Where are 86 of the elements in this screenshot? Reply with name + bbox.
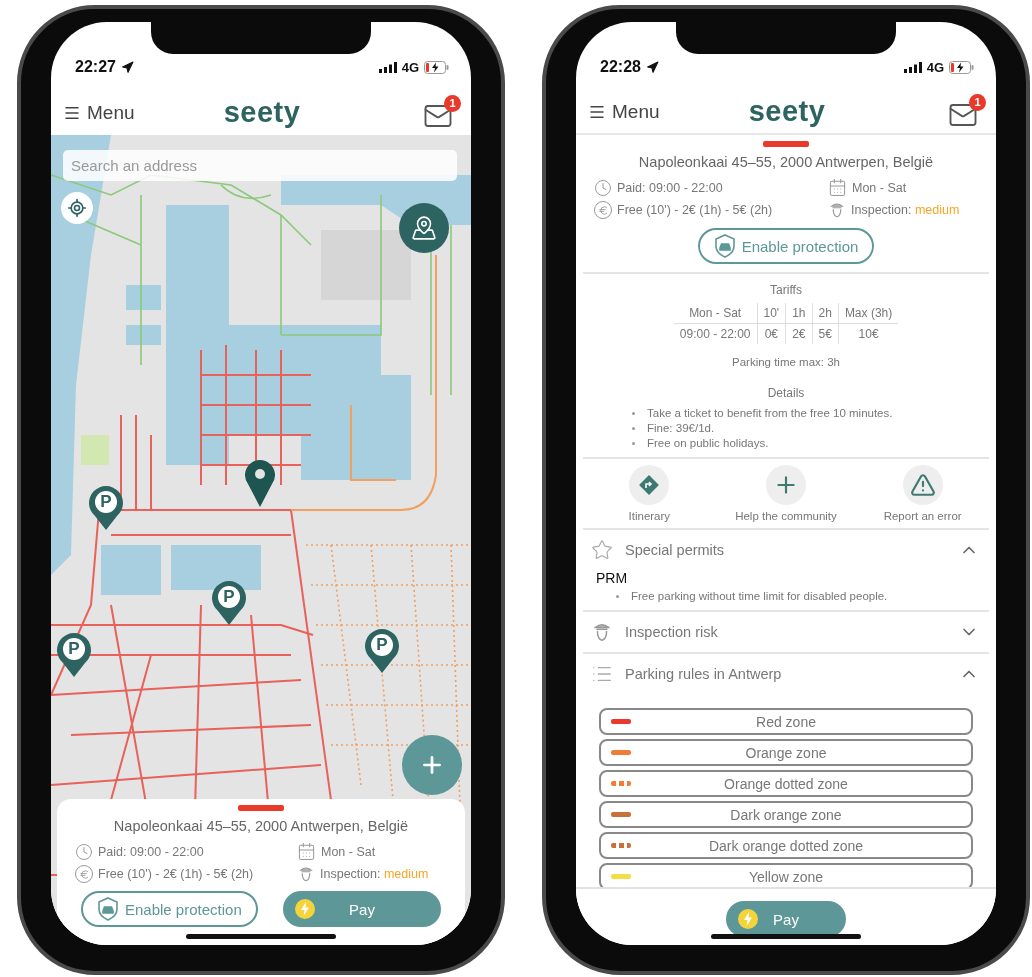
zone-item[interactable]: Dark orange dotted zone (599, 832, 973, 859)
parking-marker[interactable]: P (364, 628, 400, 674)
status-time: 22:27 (75, 58, 116, 76)
clock-icon (75, 842, 93, 861)
battery-icon (424, 60, 449, 74)
column-header: Max (3h) (838, 303, 899, 324)
calendar-icon (828, 178, 847, 197)
column-header: 10' (757, 303, 786, 324)
section-header[interactable]: Inspection risk (583, 612, 989, 652)
network-type: 4G (926, 59, 944, 75)
paid-days: Mon - Sat (321, 844, 376, 859)
menu-button[interactable]: Menu (588, 100, 660, 123)
address-text: Napoleonkaai 45–55, 2000 Antwerpen, België (638, 154, 934, 170)
action-button[interactable]: Help the community (717, 465, 855, 522)
park-area (81, 435, 109, 465)
section-header[interactable]: Parking rules in Antwerp (583, 654, 989, 694)
price-summary: Free (10') - 2€ (1h) - 5€ (2h) (98, 867, 254, 881)
pay-button[interactable]: Pay (726, 901, 846, 937)
inspector-icon (297, 865, 315, 883)
zone-item[interactable]: Orange dotted zone (599, 770, 973, 797)
app-logo: seety (748, 95, 826, 128)
table-cell: 5€ (812, 323, 839, 344)
messages-button[interactable]: 1 (423, 94, 461, 131)
battery-icon (949, 60, 974, 74)
action-button[interactable]: Report an error (854, 465, 991, 522)
status-time: 22:28 (600, 58, 641, 76)
messages-button[interactable]: 1 (948, 93, 986, 130)
pay-button[interactable]: Pay (283, 891, 441, 927)
destination-pin-icon (245, 460, 275, 508)
permit-bullet: Free parking without time limit for disabled people. (631, 590, 888, 602)
zone-item[interactable]: Yellow zone (599, 863, 973, 887)
app-logo: seety (223, 96, 301, 129)
detail-bullet: Fine: 39€/1d. (647, 421, 715, 436)
inspection-level: Inspection: medium (320, 867, 429, 881)
parking-marker[interactable]: P (211, 580, 247, 626)
zone-item[interactable]: Red zone (599, 708, 973, 735)
max-time-note: Parking time max: 3h (732, 356, 840, 368)
shield-car-icon (713, 234, 736, 258)
warning-icon (909, 472, 936, 498)
paid-hours: Paid: 09:00 - 22:00 (98, 844, 204, 859)
drag-handle[interactable] (763, 141, 809, 147)
zone-item[interactable]: Orange zone (599, 739, 973, 766)
price-summary: Free (10') - 2€ (1h) - 5€ (2h) (617, 203, 773, 217)
location-arrow-icon (645, 60, 659, 74)
detail-bullet: Free on public holidays. (647, 436, 769, 451)
permit-name: PRM (596, 570, 629, 586)
paid-days: Mon - Sat (852, 180, 907, 195)
parking-marker[interactable]: P (88, 485, 124, 531)
column-header: 1h (785, 303, 812, 324)
action-button[interactable]: Itinerary (581, 465, 718, 522)
location-arrow-icon (120, 60, 134, 74)
notification-badge: 1 (444, 94, 461, 112)
column-header: Mon - Sat (673, 303, 757, 324)
lightning-icon (738, 909, 758, 929)
menu-button[interactable]: Menu (63, 101, 135, 124)
column-header: 2h (812, 303, 839, 324)
signal-icon (378, 61, 397, 73)
notification-badge: 1 (969, 93, 986, 111)
table-cell: 10€ (838, 323, 899, 344)
table-cell: 09:00 - 22:00 (673, 323, 757, 344)
paid-hours: Paid: 09:00 - 22:00 (617, 180, 723, 195)
inspector-icon (591, 621, 613, 643)
tariffs-title: Tariffs (770, 283, 802, 297)
table-cell: 0€ (757, 323, 786, 344)
inspector-icon (828, 201, 846, 219)
star-icon (591, 539, 613, 561)
details-title: Details (767, 386, 805, 400)
lightning-icon (295, 899, 315, 919)
network-type: 4G (401, 59, 419, 75)
map-pin-icon (411, 215, 437, 241)
inspection-level: Inspection: medium (851, 203, 960, 217)
shield-car-icon (97, 897, 119, 921)
enable-protection-button[interactable]: Enable protection (81, 891, 258, 927)
table-cell: 2€ (785, 323, 812, 344)
search-field[interactable]: Search an address (63, 150, 457, 181)
drag-handle[interactable] (238, 805, 284, 811)
clock-icon (594, 178, 612, 197)
signal-icon (903, 61, 922, 73)
calendar-icon (297, 842, 316, 861)
crosshair-icon (67, 198, 87, 218)
address-text: Napoleonkaai 45–55, 2000 Antwerpen, België (113, 818, 409, 834)
enable-protection-button[interactable]: Enable protection (697, 228, 875, 264)
zone-item[interactable]: Dark orange zone (599, 801, 973, 828)
detail-bullet: Take a ticket to benefit from the free 10 minutes. (647, 406, 893, 421)
section-header[interactable]: Special permits (583, 530, 989, 570)
parking-marker[interactable]: P (56, 632, 92, 678)
